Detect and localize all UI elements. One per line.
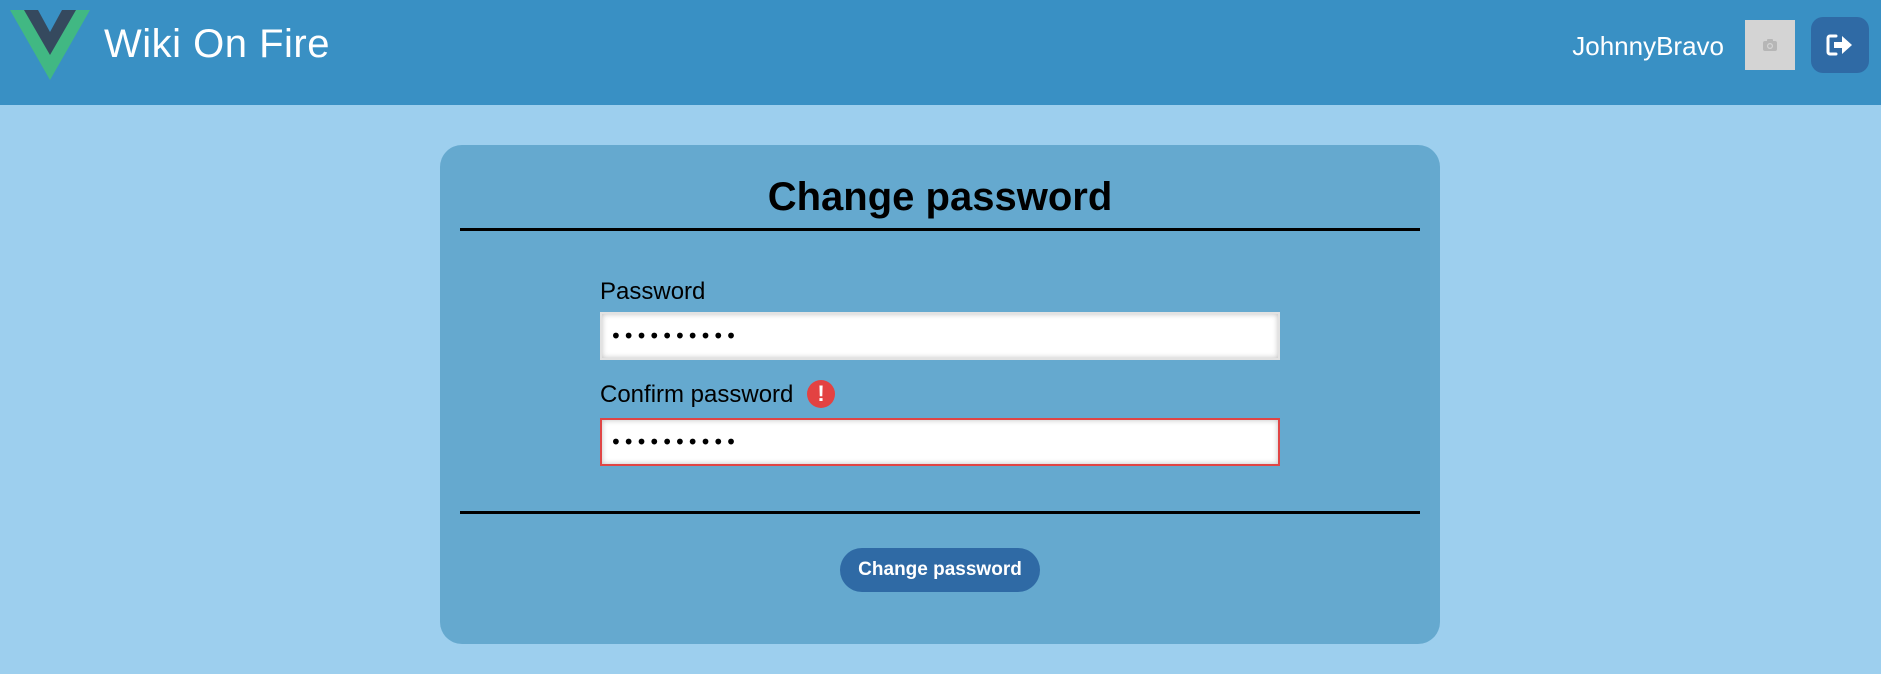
title-divider (460, 228, 1420, 231)
confirm-password-field[interactable] (600, 418, 1280, 466)
sign-out-icon (1826, 34, 1852, 56)
top-header: Wiki On Fire JohnnyBravo (0, 0, 1881, 105)
footer-divider (460, 511, 1420, 514)
page-title: Change password (767, 175, 1113, 219)
avatar[interactable] (1745, 20, 1795, 70)
vue-logo-icon (10, 10, 90, 80)
logout-button[interactable] (1811, 17, 1869, 73)
confirm-password-label: Confirm password (600, 381, 794, 408)
password-label: Password (600, 278, 706, 305)
change-password-button[interactable]: Change password (840, 548, 1040, 592)
camera-icon (1763, 39, 1777, 51)
change-password-card: Change password Password Confirm passwor… (440, 145, 1440, 644)
app-title[interactable]: Wiki On Fire (104, 20, 330, 68)
username-label[interactable]: JohnnyBravo (1572, 30, 1724, 62)
exclamation-icon: ! (807, 380, 835, 408)
password-field[interactable] (600, 312, 1280, 360)
